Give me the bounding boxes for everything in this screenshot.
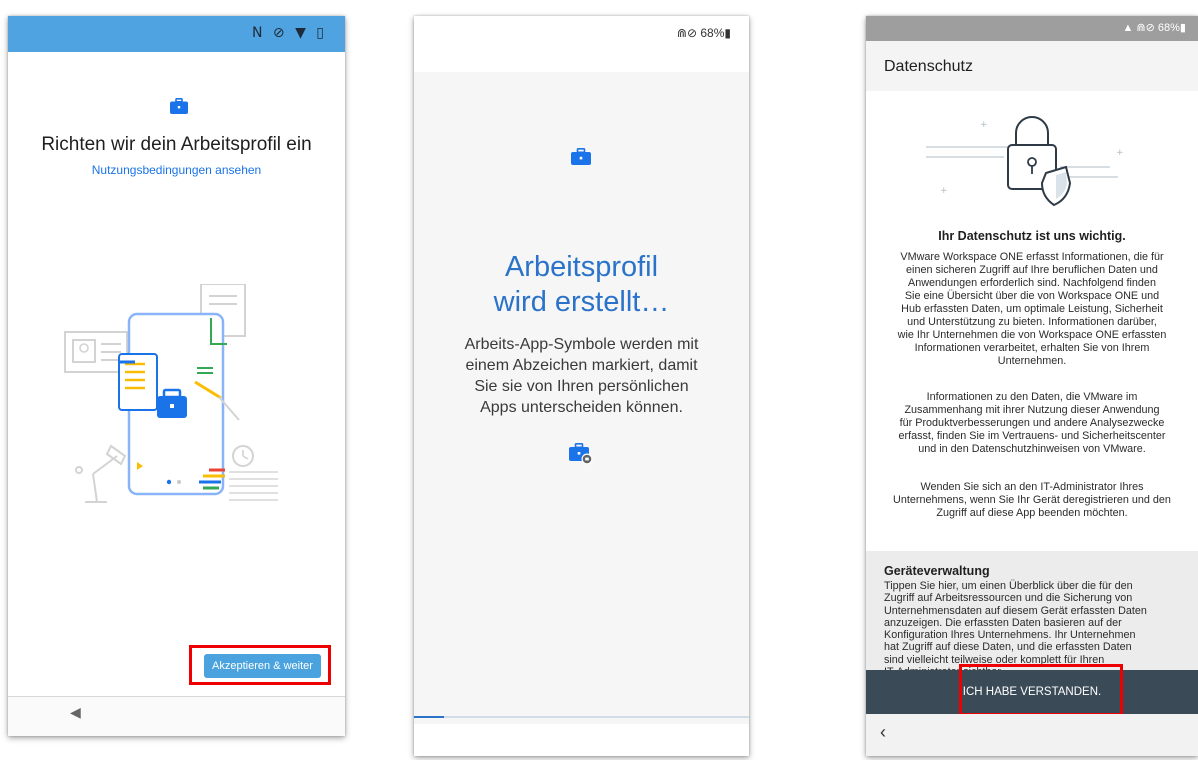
privacy-heading: Ihr Datenschutz ist uns wichtig. xyxy=(938,229,1126,243)
briefcase-icon xyxy=(571,148,591,165)
privacy-paragraph: VMware Workspace ONE erfasst Information… xyxy=(874,251,1190,368)
text-line: Informationen verarbeitet, erhalten Sie … xyxy=(914,342,1150,354)
navigation-bar: ‹ xyxy=(866,714,1198,756)
lock-shield-illustration: + + + xyxy=(926,116,1124,207)
privacy-paragraph: Wenden Sie sich an den IT-Administrator … xyxy=(874,481,1190,520)
text-line: wie Ihr Unternehmen die von Workspace ON… xyxy=(897,329,1167,341)
text-line: hat Zugriff auf diese Daten, und die erf… xyxy=(884,641,1132,654)
page-title: Richten wir dein Arbeitsprofil ein xyxy=(41,134,312,155)
phone-privacy-notice: ▲ ⋒⊘ 68%▮ Datenschutz + + + Ihr Datensch… xyxy=(866,16,1198,756)
briefcase-icon xyxy=(170,98,188,114)
back-icon[interactable]: ‹ xyxy=(880,722,886,743)
progress-title: Arbeitsprofil wird erstellt… xyxy=(414,250,749,320)
status-icons: N ⊘ ▼ ▯ xyxy=(251,25,327,41)
badged-briefcase-icon xyxy=(569,443,593,465)
status-bar: ⋒⊘ 68%▮ xyxy=(414,16,749,72)
text-line: Unternehmen. xyxy=(997,355,1067,367)
text-line: Anwendungen erforderlich sind. Nachfolge… xyxy=(908,277,1156,289)
description-line: einem Abzeichen markiert, damit xyxy=(465,357,698,374)
title-line: Arbeitsprofil xyxy=(504,251,659,283)
text-line: Wenden Sie sich an den IT-Administrator … xyxy=(920,481,1144,493)
text-line: erfasst, finden Sie im Vertrauens- und S… xyxy=(898,430,1166,442)
content-area: Arbeitsprofil wird erstellt… Arbeits-App… xyxy=(414,72,749,724)
text-line: Informationen zu den Daten, die VMware i… xyxy=(926,391,1138,403)
description-line: Sie sie von Ihren persönlichen xyxy=(474,378,689,395)
privacy-content[interactable]: + + + Ihr Datenschutz ist uns wichtig. V… xyxy=(866,91,1198,551)
text-line: Unternehmensdaten auf diesem Gerät erfas… xyxy=(884,604,1147,617)
privacy-paragraph: Informationen zu den Daten, die VMware i… xyxy=(874,391,1190,456)
text-line: VMware Workspace ONE erfasst Information… xyxy=(900,251,1164,263)
status-bar: N ⊘ ▼ ▯ xyxy=(8,16,345,52)
phone-profile-creating: ⋒⊘ 68%▮ Arbeitsprofil wird erstellt… Arb… xyxy=(414,16,749,756)
description-line: Arbeits-App-Symbole werden mit xyxy=(464,336,699,353)
terms-link[interactable]: Nutzungsbedingungen ansehen xyxy=(8,163,345,177)
text-line: für Produktverbesserungen und andere Ana… xyxy=(899,417,1165,429)
text-line: Zusammenhang mit ihrer Nutzung dieser An… xyxy=(904,404,1160,416)
progress-bar xyxy=(414,716,749,718)
text-line: anzuzeigen. Die erfassten Daten basieren… xyxy=(884,616,1122,629)
text-line: Zugriff auf diese App beenden möchten. xyxy=(936,507,1128,519)
status-bar: ▲ ⋒⊘ 68%▮ xyxy=(866,16,1198,41)
text-line: Hub erfassten Daten, um optimale Leistun… xyxy=(901,303,1163,315)
text-line: und Unterstützung zu bieten. Information… xyxy=(907,316,1157,328)
status-text: ▲ ⋒⊘ 68%▮ xyxy=(1122,22,1186,34)
text-line: Konfiguration Ihres Unternehmens. Ihr Un… xyxy=(884,629,1136,642)
title-line: wird erstellt… xyxy=(493,286,670,318)
svg-text:+: + xyxy=(940,186,948,196)
text-line: und in den Datenschutzhinweisen von VMwa… xyxy=(918,443,1146,455)
text-line: Unternehmens, wenn Sie Ihr Gerät deregis… xyxy=(893,494,1171,506)
highlight-box xyxy=(959,664,1123,716)
svg-text:+: + xyxy=(1116,148,1124,158)
app-header: Datenschutz xyxy=(866,41,1198,91)
highlight-box xyxy=(189,645,331,685)
description-text: Arbeits-App-Symbole werden mit einem Abz… xyxy=(426,334,737,418)
progress-bar-fill xyxy=(414,716,445,718)
work-profile-illustration xyxy=(64,284,278,503)
device-management-title[interactable]: Geräteverwaltung xyxy=(884,564,990,578)
text-line: Tippen Sie hier, um einen Überblick über… xyxy=(884,580,1133,592)
text-line: Sie eine Übersicht über die von Workspac… xyxy=(904,290,1160,302)
page-title: Datenschutz xyxy=(884,58,973,75)
back-icon[interactable]: ◀ xyxy=(70,705,81,721)
status-text: ⋒⊘ 68%▮ xyxy=(676,26,731,40)
description-line: Apps unterscheiden können. xyxy=(480,399,683,416)
text-line: Zugriff auf Arbeitsressourcen und die Si… xyxy=(884,592,1133,605)
svg-text:+: + xyxy=(980,120,988,130)
text-line: einen sicheren Zugriff auf Ihre beruflic… xyxy=(906,264,1158,276)
phone-work-profile-setup: N ⊘ ▼ ▯ Richten wir dein Arbeitsprofil e… xyxy=(8,16,345,736)
navigation-bar: ◀ xyxy=(8,696,345,736)
